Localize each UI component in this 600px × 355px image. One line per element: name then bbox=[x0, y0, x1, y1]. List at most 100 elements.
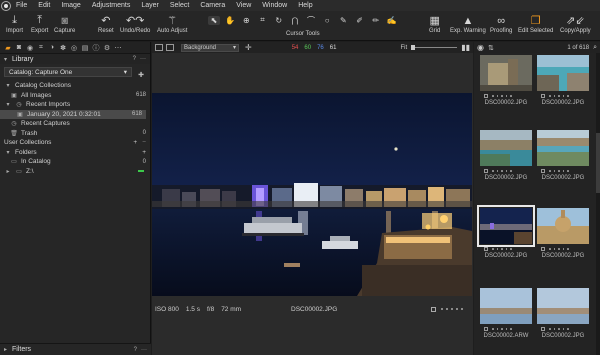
picker-icon[interactable]: ✎ bbox=[337, 16, 349, 25]
library-panel-header[interactable]: ▾ Library ? ··· bbox=[0, 54, 150, 64]
collection-recent-captures[interactable]: ◷ Recent Captures bbox=[0, 119, 150, 129]
thumbnail[interactable]: DSC00002.ARW bbox=[480, 288, 532, 339]
thumbnail-rating[interactable] bbox=[480, 327, 532, 331]
copy-apply-label: Copy/Apply bbox=[560, 28, 591, 34]
fit-label[interactable]: Fit bbox=[401, 45, 408, 51]
thumbnail[interactable]: DSC00002.JPG bbox=[480, 55, 532, 106]
catalog-collections-header[interactable]: ▾ Catalog Collections bbox=[0, 81, 150, 91]
menu-select[interactable]: Select bbox=[170, 2, 189, 9]
more-tab-icon[interactable]: ⋯ bbox=[113, 44, 123, 52]
search-icon[interactable]: ⌕ bbox=[593, 44, 597, 52]
grid-button[interactable]: ▦ Grid bbox=[429, 13, 440, 34]
crosshair-icon[interactable]: ✛ bbox=[245, 43, 252, 52]
edit-selected-button[interactable]: ❐ Edit Selected bbox=[518, 13, 553, 34]
zoom-slider[interactable] bbox=[411, 45, 458, 50]
collection-recent-imports[interactable]: ▾ ◷ Recent Imports bbox=[0, 100, 150, 110]
menu-image[interactable]: Image bbox=[61, 2, 80, 9]
adjustments-tab-icon[interactable]: ▤ bbox=[80, 44, 90, 52]
exposure-tab-icon[interactable]: ◑ bbox=[47, 44, 57, 51]
help-icon[interactable]: ? bbox=[134, 347, 137, 353]
browser-scrollbar[interactable] bbox=[596, 53, 600, 355]
filters-panel-header[interactable]: ▸ Filters ? ··· bbox=[0, 343, 151, 355]
auto-adjust-button[interactable]: ⚚ Auto Adjust bbox=[157, 13, 187, 34]
select-cursor-icon[interactable]: ⬉ bbox=[208, 15, 220, 25]
add-collection-icon[interactable]: ✚ bbox=[138, 71, 144, 79]
capture-button[interactable]: ◙ Capture bbox=[54, 13, 75, 35]
annotate-icon[interactable]: ✍ bbox=[386, 16, 398, 25]
thumbnail-rating[interactable] bbox=[537, 94, 589, 98]
export-button[interactable]: ⤒ Export bbox=[31, 13, 48, 34]
main-photo[interactable] bbox=[152, 93, 472, 296]
capture-tab-icon[interactable]: ◙ bbox=[14, 44, 24, 51]
proofing-button[interactable]: ∞ Proofing bbox=[490, 13, 512, 35]
menu-view[interactable]: View bbox=[236, 2, 251, 9]
color-tab-icon[interactable]: ✽ bbox=[58, 44, 68, 52]
pan-hand-icon[interactable]: ✋ bbox=[224, 16, 236, 25]
brush-icon[interactable]: ✐ bbox=[354, 16, 366, 25]
menu-file[interactable]: File bbox=[16, 2, 27, 9]
help-icon[interactable]: ? bbox=[133, 56, 136, 62]
folders-header[interactable]: ▾ Folders + bbox=[0, 148, 150, 158]
library-tab-icon[interactable]: ▰ bbox=[3, 44, 13, 52]
eraser-icon[interactable]: ✏ bbox=[370, 16, 382, 25]
thumbnail-rating[interactable] bbox=[537, 169, 589, 173]
single-view-icon[interactable] bbox=[155, 44, 163, 51]
collection-import-date[interactable]: ▣ January 20, 2021 0:32:01 618 bbox=[0, 109, 146, 119]
thumbnail[interactable]: DSC00002.JPG bbox=[537, 130, 589, 181]
multi-view-icon[interactable] bbox=[166, 44, 174, 51]
add-folder-icon[interactable]: + bbox=[142, 149, 146, 156]
menu-layer[interactable]: Layer bbox=[141, 2, 159, 9]
circle-mask-icon[interactable]: ○ bbox=[321, 16, 333, 25]
left-tool-panel: ▰ ◙ ◉ ⌗ ◑ ✽ ◎ ▤ ⓘ ⚙ ⋯ ▾ Library ? ··· Ca… bbox=[0, 42, 151, 355]
scrollbar-thumb[interactable] bbox=[596, 133, 600, 193]
collection-trash[interactable]: 🗑 Trash 0 bbox=[0, 129, 150, 139]
thumbnail-rating[interactable] bbox=[480, 169, 532, 173]
output-tab-icon[interactable]: ⚙ bbox=[102, 44, 112, 52]
copy-apply-button[interactable]: ⇗⇙ Copy/Apply bbox=[560, 13, 591, 34]
thumbnail[interactable]: DSC00002.JPG bbox=[537, 288, 589, 339]
menu-adjustments[interactable]: Adjustments bbox=[92, 2, 131, 9]
catalog-select[interactable]: Catalog: Capture One ▾ bbox=[4, 67, 132, 77]
thumbnail-rating[interactable] bbox=[537, 247, 589, 251]
folder-icon: ▭ bbox=[11, 159, 17, 166]
more-icon[interactable]: ··· bbox=[140, 56, 146, 62]
crop-icon[interactable]: ⌗ bbox=[257, 15, 269, 25]
collection-all-images[interactable]: ▣ All Images 618 bbox=[0, 91, 150, 101]
menu-window[interactable]: Window bbox=[262, 2, 287, 9]
metadata-tab-icon[interactable]: ⓘ bbox=[91, 43, 101, 53]
style-select[interactable]: Background ▾ bbox=[181, 43, 239, 52]
reset-button[interactable]: ↶ Reset bbox=[98, 13, 114, 34]
remove-icon[interactable]: − bbox=[142, 139, 146, 146]
folder-in-catalog[interactable]: ▭ In Catalog 0 bbox=[0, 157, 150, 167]
rating-control[interactable] bbox=[431, 306, 463, 312]
undo-redo-button[interactable]: ↶↷ Undo/Redo bbox=[120, 13, 150, 34]
spot-icon[interactable]: ⌒ bbox=[305, 15, 317, 26]
thumbnail[interactable]: DSC00002.JPG bbox=[480, 130, 532, 181]
thumbnail[interactable]: DSC00002.JPG bbox=[537, 208, 589, 259]
select-checkbox[interactable] bbox=[431, 306, 436, 312]
exposure-warning-button[interactable]: ▲ Exp. Warning bbox=[450, 13, 486, 35]
keystone-icon[interactable]: ⋂ bbox=[289, 16, 301, 25]
add-icon[interactable]: + bbox=[133, 139, 137, 146]
user-collections-label: User Collections bbox=[4, 139, 52, 147]
menu-help[interactable]: Help bbox=[298, 2, 312, 9]
rotate-icon[interactable]: ↻ bbox=[273, 16, 285, 25]
zoom-icon[interactable]: ⊕ bbox=[240, 16, 252, 25]
thumbnail-rating[interactable] bbox=[480, 247, 532, 251]
menu-camera[interactable]: Camera bbox=[200, 2, 225, 9]
sort-icon[interactable]: ⇅ bbox=[488, 44, 494, 52]
thumbnail[interactable]: DSC00002.JPG bbox=[537, 55, 589, 106]
zoom-in-icon[interactable]: ▮▮ bbox=[461, 43, 470, 52]
thumbnail-rating[interactable] bbox=[480, 94, 532, 98]
eye-icon[interactable]: ◉ bbox=[477, 43, 484, 52]
menu-edit[interactable]: Edit bbox=[38, 2, 50, 9]
import-button[interactable]: ⤓ Import bbox=[6, 13, 23, 34]
composition-tab-icon[interactable]: ⌗ bbox=[36, 44, 46, 52]
thumbnail-selected[interactable]: DSC00002.JPG bbox=[477, 205, 535, 259]
more-icon[interactable]: ··· bbox=[141, 347, 147, 353]
folder-drive[interactable]: ▸ ▭ Z:\ bbox=[0, 167, 150, 177]
details-tab-icon[interactable]: ◎ bbox=[69, 44, 79, 52]
user-collections-header[interactable]: User Collections + − bbox=[0, 138, 150, 148]
thumbnail-rating[interactable] bbox=[537, 327, 589, 331]
lens-tab-icon[interactable]: ◉ bbox=[25, 44, 35, 52]
